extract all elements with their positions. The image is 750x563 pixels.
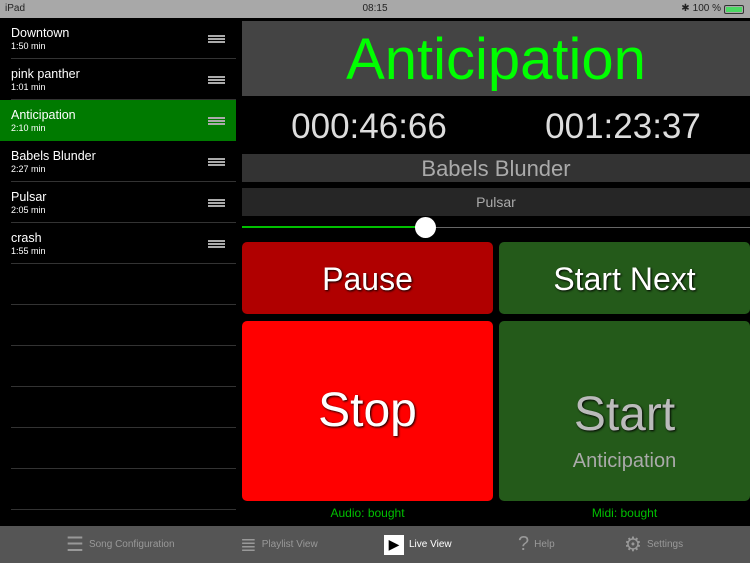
song-duration: 1:50 min	[11, 41, 46, 51]
song-title: Babels Blunder	[11, 149, 96, 163]
battery-percent: 100 %	[692, 3, 721, 14]
battery-icon	[724, 4, 744, 14]
tab-song-configuration[interactable]: ☰ Song Configuration	[66, 526, 175, 563]
song-title: Anticipation	[11, 108, 76, 122]
sliders-icon: ☰	[66, 534, 84, 556]
live-view: Anticipation 000:46:66 001:23:37 Babels …	[242, 18, 750, 520]
song-duration: 2:27 min	[11, 164, 46, 174]
song-duration: 2:10 min	[11, 123, 46, 133]
song-title: Downtown	[11, 26, 70, 40]
question-icon: ?	[518, 533, 530, 555]
song-duration: 1:01 min	[11, 82, 46, 92]
tab-bar: ☰ Song Configuration ≣ Playlist View ▶ Live…	[0, 526, 750, 563]
slider-thumb[interactable]	[414, 217, 436, 238]
tab-playlist-view[interactable]: ≣ Playlist View	[240, 526, 318, 563]
empty-row	[11, 387, 236, 428]
clock: 08:15	[362, 3, 388, 14]
stop-button[interactable]: Stop	[242, 321, 493, 501]
song-title: Pulsar	[11, 190, 47, 204]
song-title: pink panther	[11, 67, 80, 81]
status-bar: iPad 08:15 ✱ 100 %	[0, 0, 750, 18]
progress-slider[interactable]	[242, 216, 750, 238]
reorder-handle-icon[interactable]	[208, 117, 225, 125]
start-label: Start	[573, 388, 676, 441]
audio-license: Audio: bought	[330, 506, 405, 520]
reorder-handle-icon[interactable]	[208, 76, 225, 84]
empty-row	[11, 305, 236, 346]
start-next-button[interactable]: Start Next	[499, 242, 750, 314]
empty-row	[11, 264, 236, 305]
play-icon: ▶	[384, 534, 404, 555]
tab-help[interactable]: ? Help	[518, 526, 555, 563]
gear-icon: ⚙	[624, 534, 642, 556]
total-time: 001:23:37	[545, 107, 701, 146]
tab-settings[interactable]: ⚙ Settings	[624, 526, 683, 563]
reorder-handle-icon[interactable]	[208, 158, 225, 166]
elapsed-time: 000:46:66	[291, 107, 447, 146]
pause-button[interactable]: Pause	[242, 242, 493, 314]
bluetooth-icon: ✱	[681, 3, 690, 14]
song-duration: 2:05 min	[11, 205, 46, 215]
empty-row	[11, 428, 236, 469]
playlist-item[interactable]: pink panther 1:01 min	[11, 59, 236, 100]
playlist-item[interactable]: Babels Blunder 2:27 min	[11, 141, 236, 182]
song-title: crash	[11, 231, 42, 245]
after-next-song: Pulsar	[242, 188, 750, 216]
tab-live-view[interactable]: ▶ Live View	[384, 526, 452, 563]
start-button[interactable]: Start Anticipation	[499, 321, 750, 501]
empty-row	[11, 469, 236, 510]
playlist-item[interactable]: Anticipation 2:10 min	[0, 100, 236, 141]
next-song: Babels Blunder	[242, 154, 750, 182]
reorder-handle-icon[interactable]	[208, 35, 225, 43]
playlist-item[interactable]: Pulsar 2:05 min	[11, 182, 236, 223]
empty-row	[11, 346, 236, 387]
playlist-item[interactable]: Downtown 1:50 min	[11, 18, 236, 59]
song-duration: 1:55 min	[11, 246, 46, 256]
reorder-handle-icon[interactable]	[208, 240, 225, 248]
playlist-item[interactable]: crash 1:55 min	[11, 223, 236, 264]
current-song-title: Anticipation	[242, 21, 750, 96]
reorder-handle-icon[interactable]	[208, 199, 225, 207]
start-song-label: Anticipation	[572, 450, 677, 472]
playlist: Downtown 1:50 min pink panther 1:01 min Anti…	[0, 18, 236, 526]
midi-license: Midi: bought	[591, 506, 658, 520]
list-icon: ≣	[240, 534, 257, 556]
